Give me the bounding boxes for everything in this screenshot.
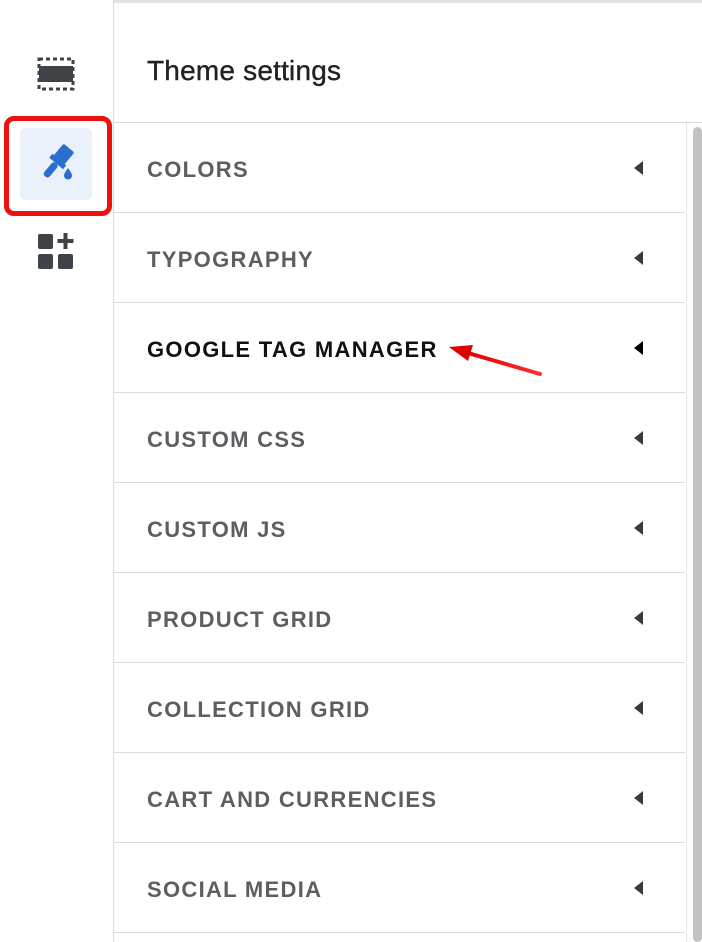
caret-left-icon [634,251,643,265]
settings-item-typography[interactable]: TYPOGRAPHY [114,213,685,303]
caret-left-icon [634,431,643,445]
caret-left-icon [634,341,643,355]
settings-item-label: CART AND CURRENCIES [147,787,438,812]
settings-item-label: TYPOGRAPHY [147,247,315,272]
settings-item-social-media[interactable]: SOCIAL MEDIA [114,843,685,933]
caret-left-icon [634,791,643,805]
scrollbar[interactable] [686,123,702,942]
scrollbar-thumb[interactable] [693,127,702,942]
settings-item-colors[interactable]: COLORS [114,123,685,213]
theme-settings-button[interactable] [20,128,92,200]
settings-item-label: GOOGLE TAG MANAGER [147,337,438,362]
settings-list: COLORS TYPOGRAPHY GOOGLE TAG MANAGER CUS… [114,123,685,933]
settings-item-collection-grid[interactable]: COLLECTION GRID [114,663,685,753]
settings-item-custom-css[interactable]: CUSTOM CSS [114,393,685,483]
sections-button[interactable] [20,40,92,112]
settings-item-cart-and-currencies[interactable]: CART AND CURRENCIES [114,753,685,843]
add-app-block-button[interactable] [20,218,92,290]
caret-left-icon [634,611,643,625]
settings-item-label: CUSTOM CSS [147,427,307,452]
panel-header: Theme settings [114,0,702,123]
caret-left-icon [634,701,643,715]
settings-item-label: PRODUCT GRID [147,607,333,632]
editor-rail [0,0,114,942]
caret-left-icon [634,881,643,895]
settings-item-custom-js[interactable]: CUSTOM JS [114,483,685,573]
sections-icon [37,57,75,96]
caret-left-icon [634,161,643,175]
settings-item-label: COLLECTION GRID [147,697,371,722]
paint-brush-icon [35,141,77,188]
theme-editor: Theme settings COLORS TYPOGRAPHY GOOGLE … [0,0,702,942]
page-title: Theme settings [147,55,342,86]
settings-item-label: SOCIAL MEDIA [147,877,323,902]
settings-item-google-tag-manager[interactable]: GOOGLE TAG MANAGER [114,303,685,393]
add-block-icon [37,232,75,276]
settings-item-product-grid[interactable]: PRODUCT GRID [114,573,685,663]
settings-item-label: CUSTOM JS [147,517,287,542]
settings-item-label: COLORS [147,157,249,182]
theme-settings-panel: Theme settings COLORS TYPOGRAPHY GOOGLE … [114,0,702,942]
caret-left-icon [634,521,643,535]
